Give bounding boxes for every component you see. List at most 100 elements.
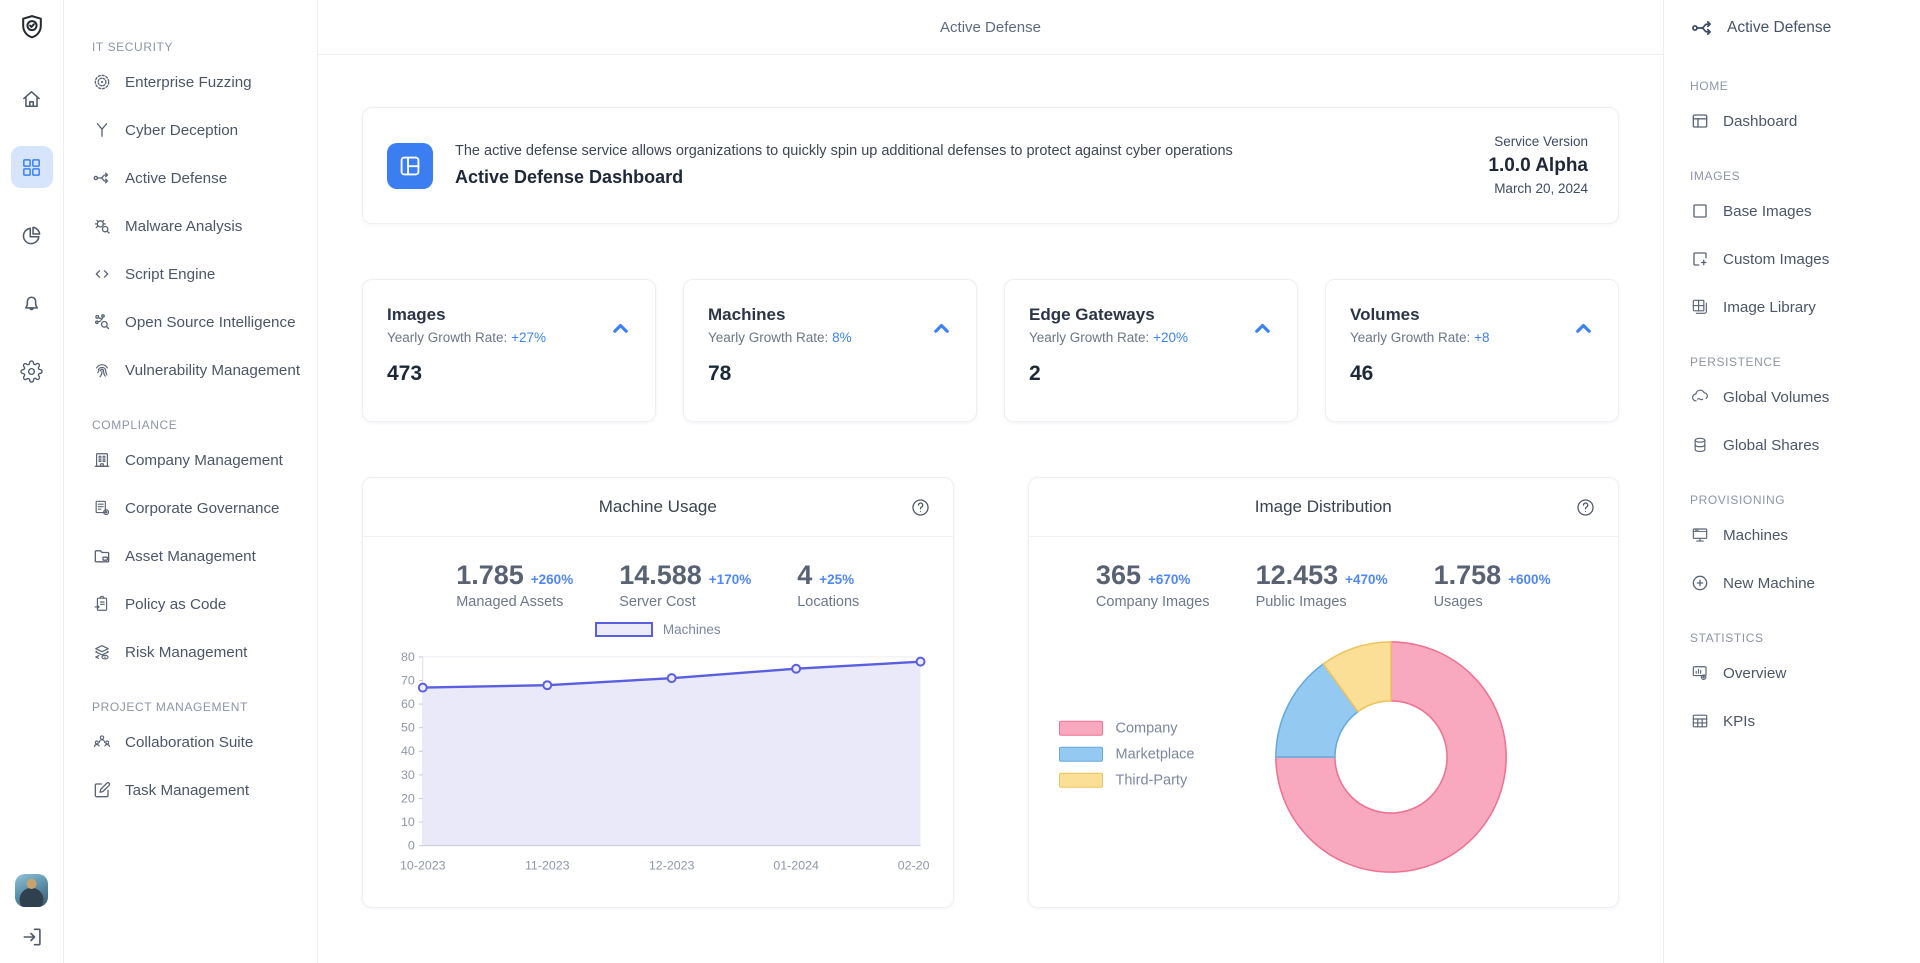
chart-stat-value: 1.758 xyxy=(1434,560,1502,591)
stat-card-value: 78 xyxy=(708,362,952,386)
right-sidebar-item-image-library[interactable]: Image Library xyxy=(1664,283,1912,331)
stat-card-title: Volumes xyxy=(1350,305,1594,325)
left-sidebar-item-company-management[interactable]: Company Management xyxy=(82,436,309,484)
stat-card-volumes: Volumes Yearly Growth Rate: +8 46 xyxy=(1325,279,1619,422)
chart-stat-public-images: 12.453+470% Public Images xyxy=(1256,560,1388,610)
enterprise-fuzzing-icon xyxy=(92,72,112,92)
sidebar-item-label: New Machine xyxy=(1723,575,1815,592)
right-sidebar-section-provisioning: PROVISIONING xyxy=(1690,493,1912,507)
right-sidebar-section-home: HOME xyxy=(1690,79,1912,93)
svg-text:80: 80 xyxy=(401,650,415,664)
image-distribution-chart[interactable]: Company Marketplace Third-Party xyxy=(1029,612,1619,907)
risk-management-icon xyxy=(92,642,112,662)
global-shares-icon xyxy=(1690,435,1710,455)
chart-stat-label: Usages xyxy=(1434,594,1551,610)
asset-management-icon xyxy=(92,546,112,566)
machine-usage-chart[interactable]: 0102030405060708010-202311-202312-202301… xyxy=(363,637,953,895)
left-sidebar-item-vulnerability-management[interactable]: Vulnerability Management xyxy=(82,346,309,394)
rail-item-analytics[interactable] xyxy=(11,214,53,256)
chart-stat-value: 12.453 xyxy=(1256,560,1339,591)
right-sidebar-item-new-machine[interactable]: New Machine xyxy=(1664,559,1912,607)
left-sidebar-item-active-defense[interactable]: Active Defense xyxy=(82,154,309,202)
right-sidebar-title: Active Defense xyxy=(1727,19,1831,37)
user-avatar[interactable] xyxy=(15,874,48,907)
base-images-icon xyxy=(1690,201,1710,221)
dashboard-layout-icon xyxy=(387,143,433,189)
chevron-up-icon[interactable] xyxy=(608,316,633,341)
kpis-icon xyxy=(1690,711,1710,731)
right-sidebar-item-dashboard[interactable]: Dashboard xyxy=(1664,97,1912,145)
chart-stat-delta: +600% xyxy=(1508,572,1550,587)
sidebar-item-label: Dashboard xyxy=(1723,113,1797,130)
rail-item-home[interactable] xyxy=(11,78,53,120)
left-sidebar-item-corporate-governance[interactable]: Corporate Governance xyxy=(82,484,309,532)
main-header: Active Defense xyxy=(318,0,1663,55)
left-sidebar-section-compliance: COMPLIANCE xyxy=(92,418,309,432)
rail-item-notifications[interactable] xyxy=(11,282,53,324)
logout-icon[interactable] xyxy=(20,925,44,949)
sidebar-item-label: Script Engine xyxy=(125,266,215,283)
chevron-up-icon[interactable] xyxy=(929,316,954,341)
help-icon[interactable] xyxy=(910,497,931,518)
svg-text:02-2024: 02-2024 xyxy=(898,858,929,872)
right-sidebar-item-global-volumes[interactable]: Global Volumes xyxy=(1664,373,1912,421)
left-sidebar-item-risk-management[interactable]: Risk Management xyxy=(82,628,309,676)
svg-text:10-2023: 10-2023 xyxy=(400,858,446,872)
left-sidebar-item-asset-management[interactable]: Asset Management xyxy=(82,532,309,580)
line-chart-legend[interactable]: Machines xyxy=(363,622,953,637)
chart-stat-locations: 4 +25% Locations xyxy=(797,560,859,610)
right-sidebar-section-statistics: STATISTICS xyxy=(1690,631,1912,645)
new-machine-icon xyxy=(1690,573,1710,593)
chevron-up-icon[interactable] xyxy=(1250,316,1275,341)
script-engine-icon xyxy=(92,264,112,284)
rail-item-settings[interactable] xyxy=(11,350,53,392)
legend-swatch xyxy=(1059,747,1103,762)
right-sidebar-item-machines[interactable]: Machines xyxy=(1664,511,1912,559)
legend-swatch xyxy=(1059,721,1103,736)
cyber-deception-icon xyxy=(92,120,112,140)
stat-card-row: Images Yearly Growth Rate: +27% 473 Mach… xyxy=(362,279,1619,422)
banner-title: Active Defense Dashboard xyxy=(455,167,1488,188)
image-distribution-card: Image Distribution 365+670% Company Imag… xyxy=(1028,477,1620,908)
rail-item-apps[interactable] xyxy=(11,146,53,188)
service-version-date: March 20, 2024 xyxy=(1488,179,1588,199)
svg-text:60: 60 xyxy=(401,697,415,711)
sidebar-item-label: Asset Management xyxy=(125,548,256,565)
chart-stat-value: 4 xyxy=(797,560,812,591)
svg-text:10: 10 xyxy=(401,815,415,829)
legend-item-third-party[interactable]: Third-Party xyxy=(1059,772,1195,788)
image-library-icon xyxy=(1690,297,1710,317)
left-sidebar-item-policy-as-code[interactable]: Policy as Code xyxy=(82,580,309,628)
left-sidebar-item-script-engine[interactable]: Script Engine xyxy=(82,250,309,298)
right-sidebar-item-kpis[interactable]: KPIs xyxy=(1664,697,1912,745)
help-icon[interactable] xyxy=(1575,497,1596,518)
chevron-up-icon[interactable] xyxy=(1571,316,1596,341)
left-sidebar-item-collaboration-suite[interactable]: Collaboration Suite xyxy=(82,718,309,766)
right-sidebar-item-custom-images[interactable]: Custom Images xyxy=(1664,235,1912,283)
chart-stat-delta: +25% xyxy=(819,572,854,587)
right-sidebar-item-global-shares[interactable]: Global Shares xyxy=(1664,421,1912,469)
chart-stat-label: Server Cost xyxy=(619,594,751,610)
legend-item-marketplace[interactable]: Marketplace xyxy=(1059,746,1195,762)
legend-item-company[interactable]: Company xyxy=(1059,720,1195,736)
left-sidebar-item-task-management[interactable]: Task Management xyxy=(82,766,309,814)
svg-text:01-2024: 01-2024 xyxy=(773,858,819,872)
right-sidebar-item-overview[interactable]: Overview xyxy=(1664,649,1912,697)
stat-card-title: Images xyxy=(387,305,631,325)
legend-label: Company xyxy=(1116,720,1178,736)
custom-images-icon xyxy=(1690,249,1710,269)
chart-stat-label: Locations xyxy=(797,594,859,610)
left-sidebar-item-open-source-intelligence[interactable]: Open Source Intelligence xyxy=(82,298,309,346)
vulnerability-management-icon xyxy=(92,360,112,380)
banner-text: The active defense service allows organi… xyxy=(455,143,1488,188)
donut-chart[interactable] xyxy=(1268,634,1514,880)
sidebar-item-label: KPIs xyxy=(1723,713,1755,730)
stat-card-value: 2 xyxy=(1029,362,1273,386)
left-sidebar-item-enterprise-fuzzing[interactable]: Enterprise Fuzzing xyxy=(82,58,309,106)
left-sidebar-item-malware-analysis[interactable]: Malware Analysis xyxy=(82,202,309,250)
stat-card-value: 46 xyxy=(1350,362,1594,386)
icon-rail xyxy=(0,0,64,963)
left-sidebar-item-cyber-deception[interactable]: Cyber Deception xyxy=(82,106,309,154)
task-management-icon xyxy=(92,780,112,800)
right-sidebar-item-base-images[interactable]: Base Images xyxy=(1664,187,1912,235)
